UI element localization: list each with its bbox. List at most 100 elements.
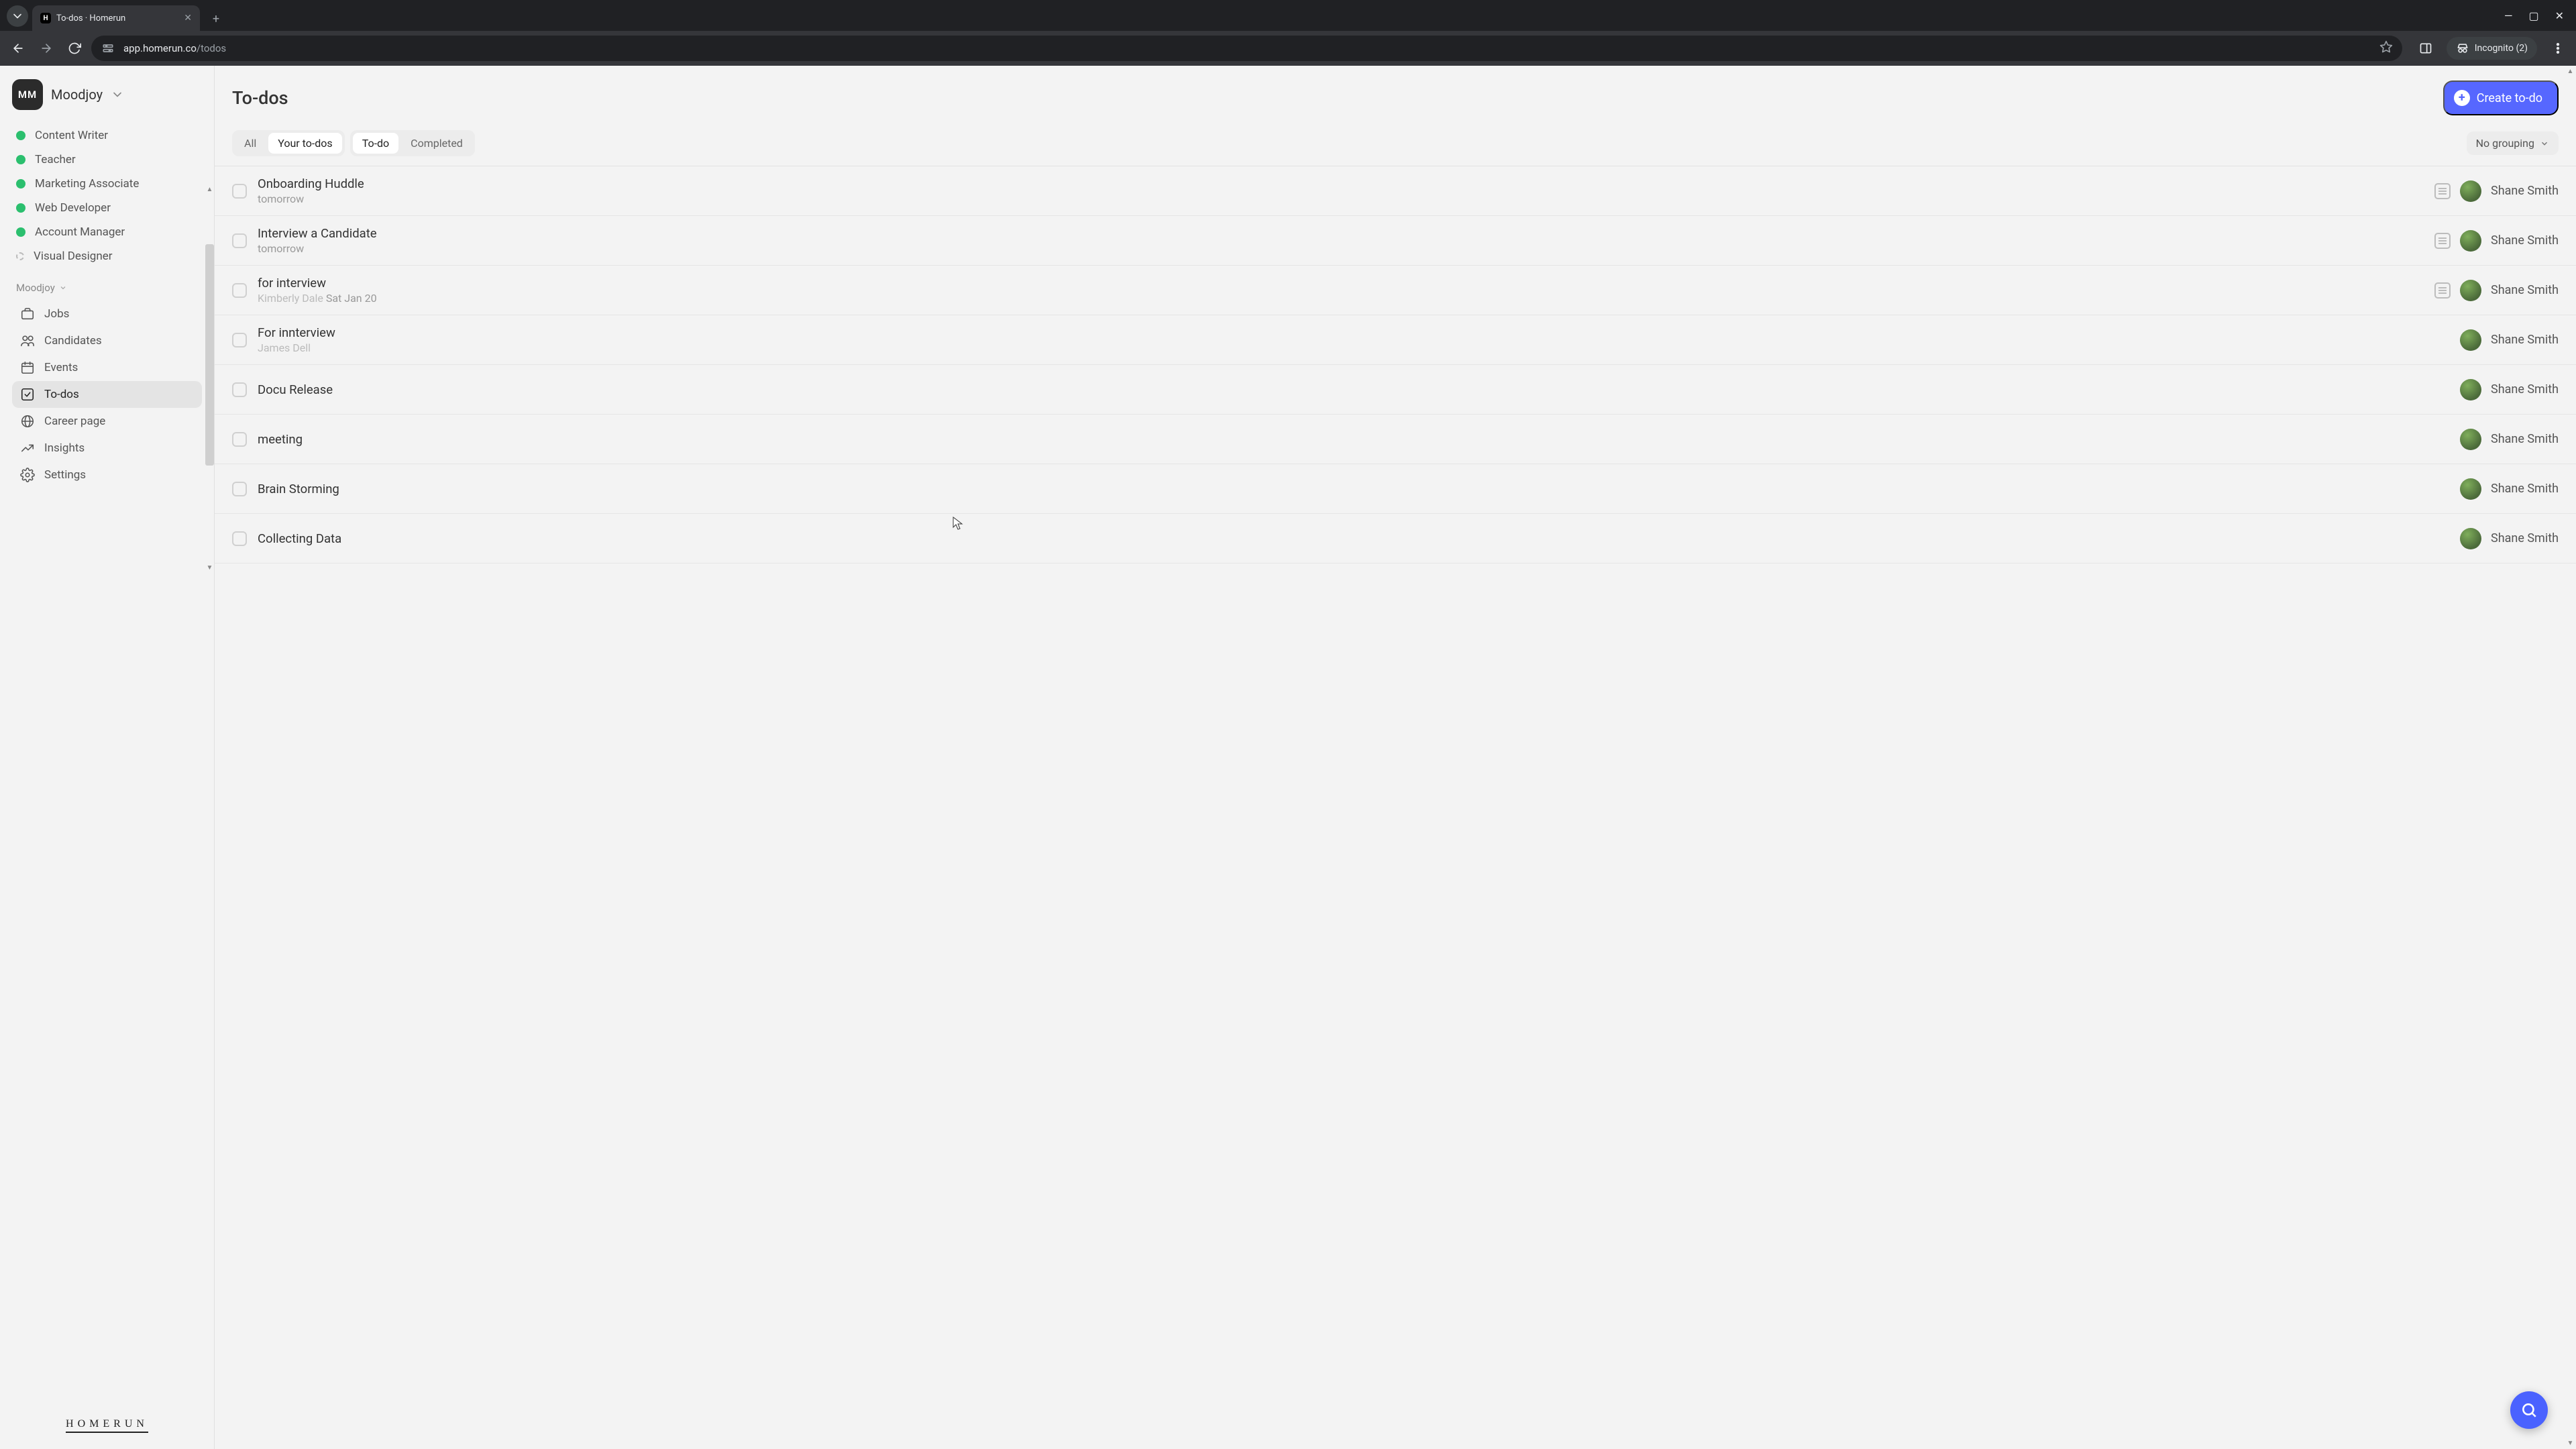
grouping-dropdown[interactable]: No grouping bbox=[2467, 131, 2559, 155]
filter-pill-to-do[interactable]: To-do bbox=[353, 133, 398, 154]
page-title: To-dos bbox=[232, 87, 288, 109]
status-dot-icon bbox=[16, 131, 25, 140]
tab-search-button[interactable] bbox=[7, 5, 28, 27]
todo-subtitle: Kimberly Dale Sat Jan 20 bbox=[258, 292, 2424, 305]
homerun-logo: HOMERUN bbox=[66, 1418, 148, 1433]
minimize-icon[interactable]: — bbox=[2504, 9, 2513, 22]
scroll-up-arrow-icon[interactable]: ▲ bbox=[205, 184, 214, 195]
scroll-down-arrow-icon[interactable]: ▼ bbox=[2565, 1438, 2576, 1449]
filter-pill-your-to-dos[interactable]: Your to-dos bbox=[268, 133, 341, 154]
close-window-icon[interactable]: ✕ bbox=[2555, 9, 2564, 22]
position-item[interactable]: Marketing Associate bbox=[12, 172, 202, 196]
position-item[interactable]: Visual Designer bbox=[12, 244, 202, 268]
sidebar-section-label[interactable]: Moodjoy bbox=[12, 278, 202, 301]
workspace-switcher[interactable]: MM Moodjoy bbox=[0, 66, 214, 123]
chevron-down-icon bbox=[2540, 139, 2549, 148]
note-icon[interactable] bbox=[2434, 282, 2451, 299]
todo-checkbox[interactable] bbox=[232, 283, 247, 298]
assignee-avatar[interactable] bbox=[2460, 478, 2481, 500]
todo-item[interactable]: Onboarding Huddle tomorrow Shane Smith bbox=[215, 166, 2576, 216]
dashed-dot-icon bbox=[16, 252, 24, 260]
new-tab-button[interactable]: + bbox=[207, 9, 225, 28]
tab-close-icon[interactable]: ✕ bbox=[184, 13, 192, 23]
todo-checkbox[interactable] bbox=[232, 482, 247, 496]
position-label: Marketing Associate bbox=[35, 177, 139, 191]
check-square-icon bbox=[20, 387, 35, 402]
filter-pill-all[interactable]: All bbox=[235, 133, 266, 154]
position-label: Visual Designer bbox=[34, 250, 113, 263]
assignee-avatar[interactable] bbox=[2460, 528, 2481, 549]
reload-button[interactable] bbox=[63, 37, 86, 60]
todo-item[interactable]: Collecting Data Shane Smith bbox=[215, 514, 2576, 564]
site-settings-icon[interactable] bbox=[101, 41, 115, 56]
sidebar-nav-events[interactable]: Events bbox=[12, 354, 202, 381]
todo-item[interactable]: Docu Release Shane Smith bbox=[215, 365, 2576, 415]
back-button[interactable] bbox=[7, 37, 30, 60]
todo-checkbox[interactable] bbox=[232, 333, 247, 347]
note-icon[interactable] bbox=[2434, 233, 2451, 249]
sidebar-nav: Jobs Candidates Events To-dosCareer pageIns… bbox=[12, 301, 202, 488]
sidebar-scroll[interactable]: Content Writer Teacher Marketing Associate… bbox=[0, 123, 214, 1405]
todo-list[interactable]: Onboarding Huddle tomorrow Shane Smith I… bbox=[215, 166, 2576, 1449]
sidebar-nav-insights[interactable]: Insights bbox=[12, 435, 202, 462]
scroll-up-arrow-icon[interactable]: ▲ bbox=[2565, 66, 2576, 77]
status-dot-icon bbox=[16, 203, 25, 213]
nav-label: Events bbox=[44, 361, 78, 374]
note-icon[interactable] bbox=[2434, 183, 2451, 199]
position-item[interactable]: Web Developer bbox=[12, 196, 202, 220]
sidebar-nav-to-dos[interactable]: To-dos bbox=[12, 381, 202, 408]
sidebar-nav-settings[interactable]: Settings bbox=[12, 462, 202, 488]
side-panel-button[interactable] bbox=[2414, 37, 2437, 60]
sidebar-scrollbar[interactable]: ▲ ▼ bbox=[205, 184, 214, 466]
assignee-avatar[interactable] bbox=[2460, 230, 2481, 252]
todo-item[interactable]: For innterview James Dell Shane Smith bbox=[215, 315, 2576, 365]
create-todo-button[interactable]: + Create to-do bbox=[2443, 80, 2559, 115]
sidebar-nav-candidates[interactable]: Candidates bbox=[12, 327, 202, 354]
assignee-avatar[interactable] bbox=[2460, 379, 2481, 400]
position-item[interactable]: Account Manager bbox=[12, 220, 202, 244]
position-item[interactable]: Content Writer bbox=[12, 123, 202, 148]
help-fab[interactable] bbox=[2510, 1391, 2548, 1429]
todo-checkbox[interactable] bbox=[232, 184, 247, 199]
chevron-down-icon bbox=[111, 88, 124, 101]
todo-checkbox[interactable] bbox=[232, 382, 247, 397]
todo-item[interactable]: meeting Shane Smith bbox=[215, 415, 2576, 464]
sidebar-nav-jobs[interactable]: Jobs bbox=[12, 301, 202, 327]
nav-label: Candidates bbox=[44, 334, 102, 347]
sidebar-nav-career-page[interactable]: Career page bbox=[12, 408, 202, 435]
assignee-avatar[interactable] bbox=[2460, 280, 2481, 301]
todo-item[interactable]: for interview Kimberly Dale Sat Jan 20 S… bbox=[215, 266, 2576, 315]
bookmark-star-icon[interactable] bbox=[2379, 40, 2393, 56]
assignee-avatar[interactable] bbox=[2460, 180, 2481, 202]
todo-title: Collecting Data bbox=[258, 531, 2449, 546]
tab-title: To-dos · Homerun bbox=[56, 13, 125, 23]
globe-icon bbox=[20, 414, 35, 429]
assignee-avatar[interactable] bbox=[2460, 329, 2481, 351]
todo-title: Onboarding Huddle bbox=[258, 176, 2424, 191]
browser-tab[interactable]: H To-dos · Homerun ✕ bbox=[32, 5, 200, 31]
forward-button[interactable] bbox=[35, 37, 58, 60]
position-label: Content Writer bbox=[35, 129, 108, 142]
position-item[interactable]: Teacher bbox=[12, 148, 202, 172]
scroll-down-arrow-icon[interactable]: ▼ bbox=[205, 562, 214, 573]
position-label: Web Developer bbox=[35, 201, 111, 215]
main-scrollbar[interactable]: ▲ ▼ bbox=[2565, 66, 2576, 1449]
maximize-icon[interactable]: ▢ bbox=[2528, 9, 2538, 22]
nav-label: Settings bbox=[44, 468, 86, 482]
assignee-name: Shane Smith bbox=[2491, 432, 2559, 446]
position-label: Account Manager bbox=[35, 225, 125, 239]
todo-item[interactable]: Brain Storming Shane Smith bbox=[215, 464, 2576, 514]
incognito-indicator[interactable]: Incognito (2) bbox=[2447, 37, 2537, 60]
todo-checkbox[interactable] bbox=[232, 432, 247, 447]
assignee-avatar[interactable] bbox=[2460, 429, 2481, 450]
todo-checkbox[interactable] bbox=[232, 531, 247, 546]
filter-pill-completed[interactable]: Completed bbox=[401, 133, 472, 154]
address-bar[interactable]: app.homerun.co/todos bbox=[91, 36, 2402, 61]
filter-status: To-doCompleted bbox=[350, 130, 475, 156]
sidebar-scroll-thumb[interactable] bbox=[205, 244, 214, 466]
todo-item[interactable]: Interview a Candidate tomorrow Shane Smi… bbox=[215, 216, 2576, 266]
todo-subtitle: tomorrow bbox=[258, 193, 2424, 205]
browser-menu-button[interactable] bbox=[2546, 37, 2569, 60]
incognito-icon bbox=[2456, 42, 2469, 55]
todo-checkbox[interactable] bbox=[232, 233, 247, 248]
